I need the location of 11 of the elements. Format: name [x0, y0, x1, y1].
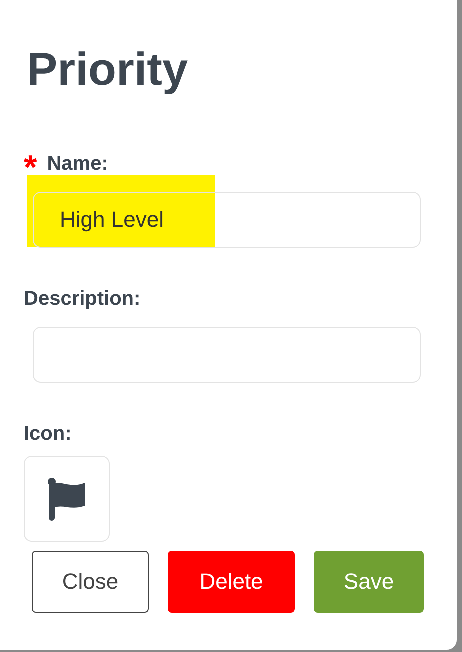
close-button[interactable]: Close: [32, 551, 149, 613]
text-field[interactable]: High Level: [33, 192, 421, 248]
dialog-title: Priority: [27, 46, 190, 92]
flag-icon: [47, 477, 87, 521]
required-mark: *: [24, 151, 38, 177]
field-label: Name:: [47, 152, 108, 176]
field-label: Description:: [24, 288, 141, 310]
text-field[interactable]: [33, 327, 421, 383]
delete-button[interactable]: Delete: [168, 551, 295, 613]
field-label: Icon:: [24, 422, 72, 446]
icon-picker[interactable]: [24, 456, 110, 542]
